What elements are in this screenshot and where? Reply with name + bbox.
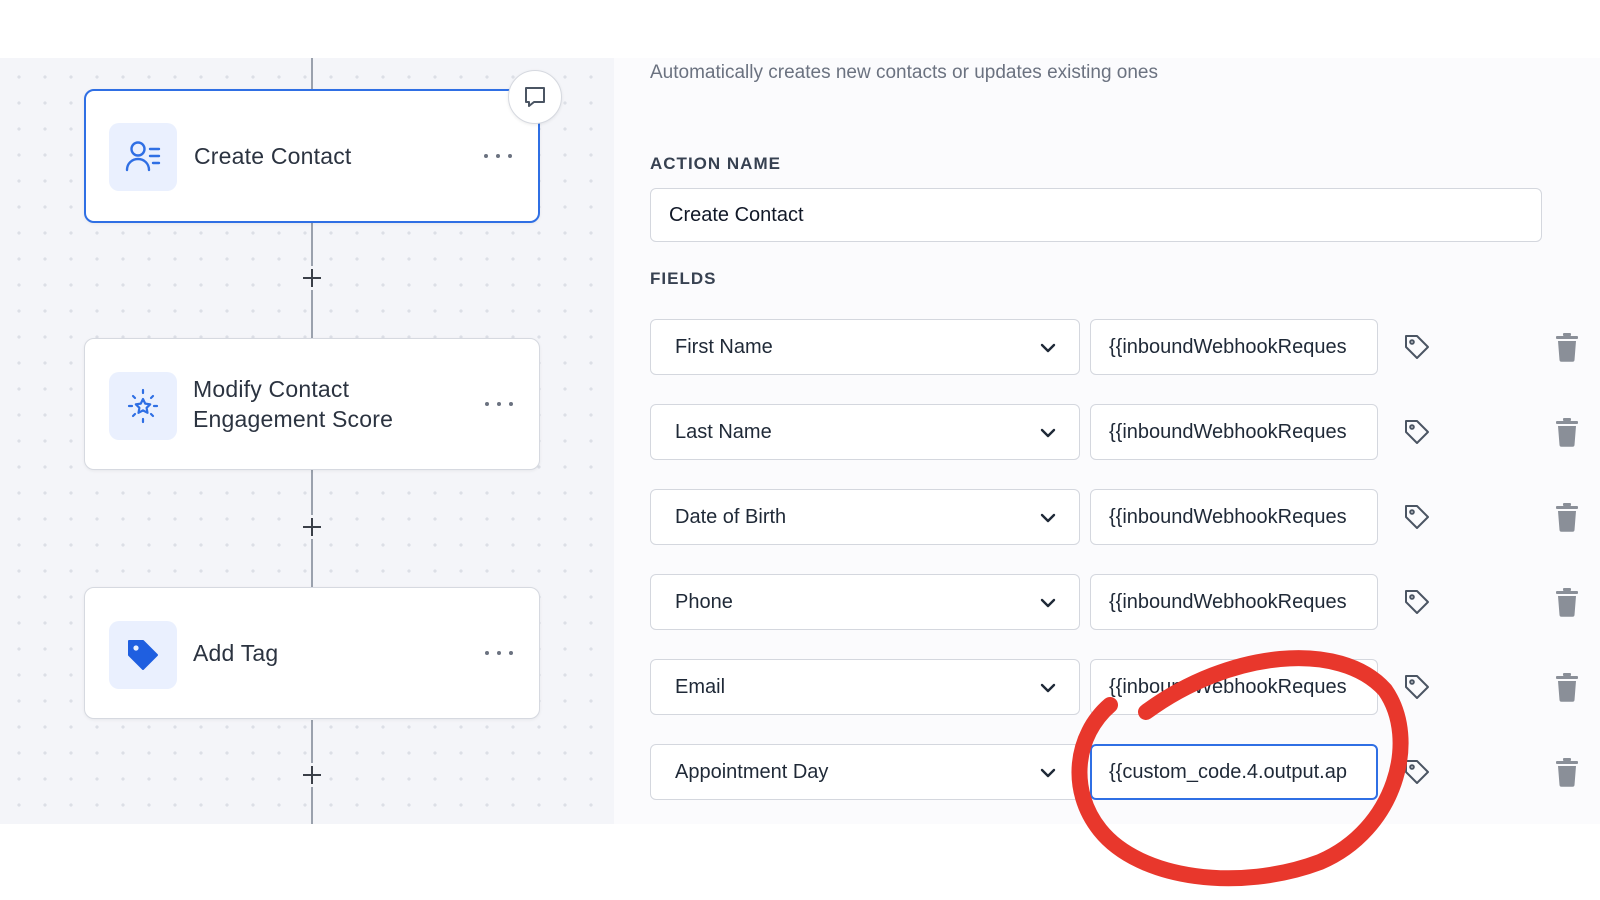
tag-outline-icon[interactable]	[1402, 757, 1432, 787]
chevron-down-icon	[1040, 598, 1056, 608]
tag-outline-icon[interactable]	[1402, 332, 1432, 362]
add-step-button[interactable]	[300, 763, 324, 787]
field-select-label: Date of Birth	[675, 505, 787, 528]
trash-icon[interactable]	[1552, 416, 1582, 448]
dot	[496, 154, 500, 158]
node-title: Modify Contact Engagement Score	[193, 376, 394, 432]
action-description: Automatically creates new contacts or up…	[650, 62, 1158, 83]
dot	[484, 154, 488, 158]
node-more-menu-button[interactable]	[484, 146, 512, 166]
field-row: Phone {{inboundWebhookReques	[650, 574, 1580, 630]
field-select[interactable]: Last Name	[650, 404, 1080, 460]
trash-icon[interactable]	[1552, 586, 1582, 618]
field-row: Email {{inboundWebhookReques	[650, 659, 1580, 715]
dot	[485, 402, 489, 406]
chevron-down-icon	[1040, 513, 1056, 523]
dot	[509, 402, 513, 406]
node-title: Add Tag	[193, 640, 279, 666]
field-value-input[interactable]: {{inboundWebhookReques	[1090, 574, 1378, 630]
field-value-input[interactable]: {{inboundWebhookReques	[1090, 319, 1378, 375]
dot	[485, 651, 489, 655]
dot	[508, 154, 512, 158]
chevron-down-icon	[1040, 768, 1056, 778]
field-row: First Name {{inboundWebhookReques	[650, 319, 1580, 375]
plus-icon	[303, 518, 321, 536]
field-select-label: Appointment Day	[675, 760, 829, 783]
plus-icon	[303, 766, 321, 784]
field-value-input[interactable]: {{inboundWebhookReques	[1090, 404, 1378, 460]
chevron-down-icon	[1040, 428, 1056, 438]
field-value-input[interactable]: {{inboundWebhookReques	[1090, 489, 1378, 545]
field-select-label: Last Name	[675, 420, 772, 443]
add-step-button[interactable]	[300, 266, 324, 290]
plus-icon	[303, 269, 321, 287]
comment-button[interactable]	[508, 70, 562, 124]
tag-outline-icon[interactable]	[1402, 417, 1432, 447]
dot	[497, 402, 501, 406]
action-name-input[interactable]: Create Contact	[650, 188, 1542, 242]
trash-icon[interactable]	[1552, 756, 1582, 788]
field-select[interactable]: Appointment Day	[650, 744, 1080, 800]
tag-outline-icon[interactable]	[1402, 672, 1432, 702]
node-more-menu-button[interactable]	[485, 394, 513, 414]
trash-icon[interactable]	[1552, 501, 1582, 533]
field-row: Last Name {{inboundWebhookReques	[650, 404, 1580, 460]
tag-outline-icon[interactable]	[1402, 502, 1432, 532]
field-select-label: Email	[675, 675, 726, 698]
field-select[interactable]: Email	[650, 659, 1080, 715]
field-row: Appointment Day {{custom_code.4.output.a…	[650, 744, 1580, 800]
field-row: Date of Birth {{inboundWebhookReques	[650, 489, 1580, 545]
fields-label: FIELDS	[650, 269, 717, 288]
field-value-input[interactable]: {{custom_code.4.output.ap	[1090, 744, 1378, 800]
action-settings-panel: Automatically creates new contacts or up…	[614, 58, 1600, 824]
workflow-node-add-tag[interactable]: Add Tag	[84, 587, 540, 719]
tag-outline-icon[interactable]	[1402, 587, 1432, 617]
trash-icon[interactable]	[1552, 671, 1582, 703]
add-step-button[interactable]	[300, 515, 324, 539]
chevron-down-icon	[1040, 343, 1056, 353]
dot	[509, 651, 513, 655]
field-select-label: Phone	[675, 590, 733, 613]
trash-icon[interactable]	[1552, 331, 1582, 363]
node-title: Create Contact	[194, 143, 352, 169]
field-select[interactable]: Phone	[650, 574, 1080, 630]
chevron-down-icon	[1040, 683, 1056, 693]
sparkle-star-icon	[109, 372, 177, 440]
workflow-node-modify-engagement-score[interactable]: Modify Contact Engagement Score	[84, 338, 540, 470]
node-more-menu-button[interactable]	[485, 643, 513, 663]
connector-line	[311, 58, 313, 90]
field-select[interactable]: Date of Birth	[650, 489, 1080, 545]
field-value-input[interactable]: {{inboundWebhookReques	[1090, 659, 1378, 715]
field-select[interactable]: First Name	[650, 319, 1080, 375]
dot	[497, 651, 501, 655]
tag-filled-icon	[109, 621, 177, 689]
contact-list-icon	[109, 123, 177, 191]
field-select-label: First Name	[675, 335, 773, 358]
comment-icon	[525, 87, 545, 107]
workflow-node-create-contact[interactable]: Create Contact	[84, 89, 540, 223]
action-name-label: ACTION NAME	[650, 154, 781, 173]
workflow-canvas[interactable]: Create Contact Modify Contact Engagement…	[0, 58, 614, 824]
